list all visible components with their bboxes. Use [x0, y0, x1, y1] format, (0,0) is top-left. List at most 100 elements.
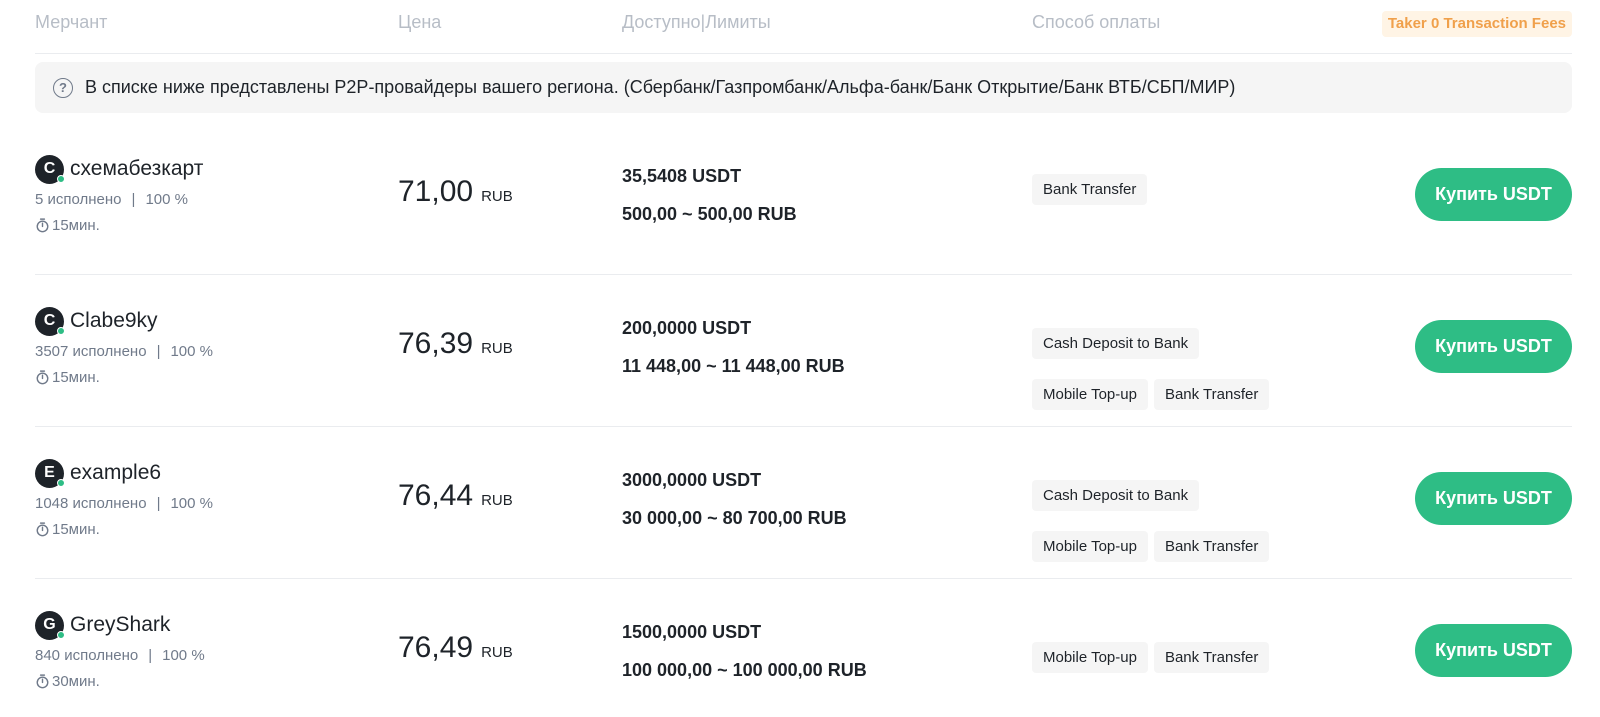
payment-method-tag: Mobile Top-up	[1032, 379, 1148, 410]
online-dot-icon	[57, 174, 65, 183]
payment-method-tag: Bank Transfer	[1153, 379, 1270, 410]
merchant-info: C схемабезкарт 5 исполнено | 100 % 15мин…	[35, 154, 203, 234]
price-value: 76,44	[398, 479, 474, 512]
payment-method-tag: Mobile Top-up	[1032, 531, 1148, 562]
orders-count: 3507 исполнено	[35, 343, 147, 360]
merchant-info: E example6 1048 исполнено | 100 % 15мин.	[35, 458, 213, 538]
merchant-stats: 840 исполнено | 100 %	[35, 647, 205, 664]
orders-count: 840 исполнено	[35, 647, 139, 664]
online-dot-icon	[57, 326, 65, 335]
payment-time: 15мин.	[35, 369, 213, 386]
time-limit: 15мин.	[52, 217, 100, 234]
payment-method-tag: Bank Transfer	[1153, 531, 1270, 562]
region-notice: ? В списке ниже представлены P2P-провайд…	[35, 62, 1572, 113]
header-available-limits: Доступно|Лимиты	[622, 12, 771, 32]
payment-time: 15мин.	[35, 217, 203, 234]
time-limit: 30мин.	[52, 673, 100, 690]
available-limits: 3000,0000 USDT 30 000,00 ~ 80 700,00 RUB	[622, 469, 847, 529]
time-limit: 15мин.	[52, 369, 100, 386]
offer-row: E example6 1048 исполнено | 100 % 15мин.	[35, 427, 1572, 579]
price-currency: RUB	[481, 340, 513, 357]
price-value: 76,49	[398, 631, 474, 664]
buy-usdt-button[interactable]: Купить USDT	[1415, 320, 1572, 373]
price-value: 76,39	[398, 327, 474, 360]
header-merchant: Мерчант	[35, 12, 108, 32]
stopwatch-icon	[36, 370, 49, 385]
price-value: 71,00	[398, 175, 474, 208]
stats-separator: |	[156, 343, 161, 360]
avatar[interactable]: C	[35, 154, 65, 184]
table-header: Мерчант Цена Доступно|Лимиты Способ опла…	[35, 0, 1572, 54]
price-currency: RUB	[481, 188, 513, 205]
orders-count: 5 исполнено	[35, 191, 122, 208]
price-currency: RUB	[481, 492, 513, 509]
taker-fees-badge: Taker 0 Transaction Fees	[1381, 11, 1572, 37]
payment-methods: Cash Deposit to Bank Mobile Top-up Bank Tr…	[1032, 480, 1332, 562]
buy-usdt-button[interactable]: Купить USDT	[1415, 472, 1572, 525]
price: 76,44 RUB	[398, 479, 513, 513]
stopwatch-icon	[36, 522, 49, 537]
payment-method-tag: Cash Deposit to Bank	[1032, 480, 1200, 511]
stats-separator: |	[156, 495, 161, 512]
payment-methods: Mobile Top-up Bank Transfer	[1032, 642, 1332, 673]
payment-method-tag: Bank Transfer	[1153, 642, 1270, 673]
merchant-info: G GreyShark 840 исполнено | 100 % 30мин.	[35, 610, 205, 690]
merchant-info: C Clabe9ky 3507 исполнено | 100 % 15мин.	[35, 306, 213, 386]
payment-time: 30мин.	[35, 673, 205, 690]
completion-rate: 100 %	[170, 495, 214, 512]
offer-row: C Clabe9ky 3507 исполнено | 100 % 15мин.	[35, 275, 1572, 427]
payment-method-tag: Cash Deposit to Bank	[1032, 328, 1200, 359]
available-limits: 35,5408 USDT 500,00 ~ 500,00 RUB	[622, 165, 797, 225]
merchant-name[interactable]: Clabe9ky	[70, 309, 158, 333]
offer-row: G GreyShark 840 исполнено | 100 % 30мин.	[35, 579, 1572, 717]
completion-rate: 100 %	[145, 191, 188, 208]
offers-list: C схемабезкарт 5 исполнено | 100 % 15мин…	[35, 123, 1572, 717]
question-circle-icon[interactable]: ?	[53, 77, 73, 98]
payment-method-tag: Bank Transfer	[1032, 174, 1148, 205]
order-limits: 30 000,00 ~ 80 700,00 RUB	[622, 508, 847, 528]
order-limits: 100 000,00 ~ 100 000,00 RUB	[622, 660, 867, 680]
payment-method-tag: Mobile Top-up	[1032, 642, 1148, 673]
avatar-letter: E	[44, 464, 55, 481]
buy-usdt-button[interactable]: Купить USDT	[1415, 624, 1572, 677]
merchant-name[interactable]: example6	[70, 461, 161, 485]
avatar[interactable]: E	[35, 458, 65, 488]
stats-separator: |	[131, 191, 136, 208]
avatar-letter: C	[43, 160, 56, 177]
stats-separator: |	[148, 647, 153, 664]
online-dot-icon	[57, 630, 65, 639]
completion-rate: 100 %	[170, 343, 214, 360]
available-amount: 200,0000 USDT	[622, 318, 752, 338]
merchant-stats: 3507 исполнено | 100 %	[35, 343, 213, 360]
available-amount: 35,5408 USDT	[622, 166, 742, 186]
avatar[interactable]: C	[35, 306, 65, 336]
price: 71,00 RUB	[398, 175, 513, 209]
header-payment-method: Способ оплаты	[1032, 12, 1161, 32]
price: 76,39 RUB	[398, 327, 513, 361]
available-amount: 1500,0000 USDT	[622, 622, 762, 642]
available-limits: 200,0000 USDT 11 448,00 ~ 11 448,00 RUB	[622, 317, 845, 377]
orders-count: 1048 исполнено	[35, 495, 147, 512]
time-limit: 15мин.	[52, 521, 100, 538]
avatar[interactable]: G	[35, 610, 65, 640]
available-limits: 1500,0000 USDT 100 000,00 ~ 100 000,00 R…	[622, 621, 867, 681]
merchant-name[interactable]: GreyShark	[70, 613, 170, 637]
merchant-stats: 5 исполнено | 100 %	[35, 191, 203, 208]
merchant-name[interactable]: схемабезкарт	[70, 157, 203, 181]
available-amount: 3000,0000 USDT	[622, 470, 762, 490]
merchant-stats: 1048 исполнено | 100 %	[35, 495, 213, 512]
offer-row: C схемабезкарт 5 исполнено | 100 % 15мин…	[35, 123, 1572, 275]
price: 76,49 RUB	[398, 631, 513, 665]
avatar-letter: G	[43, 616, 56, 633]
payment-methods: Cash Deposit to Bank Mobile Top-up Bank Tr…	[1032, 328, 1332, 410]
stopwatch-icon	[36, 674, 49, 689]
avatar-letter: C	[43, 312, 56, 329]
payment-time: 15мин.	[35, 521, 213, 538]
header-price: Цена	[398, 12, 442, 32]
notice-text: В списке ниже представлены P2P-провайдер…	[85, 77, 1236, 97]
payment-methods: Bank Transfer	[1032, 174, 1332, 205]
order-limits: 11 448,00 ~ 11 448,00 RUB	[622, 356, 845, 376]
online-dot-icon	[57, 478, 65, 487]
stopwatch-icon	[36, 218, 49, 233]
buy-usdt-button[interactable]: Купить USDT	[1415, 168, 1572, 221]
